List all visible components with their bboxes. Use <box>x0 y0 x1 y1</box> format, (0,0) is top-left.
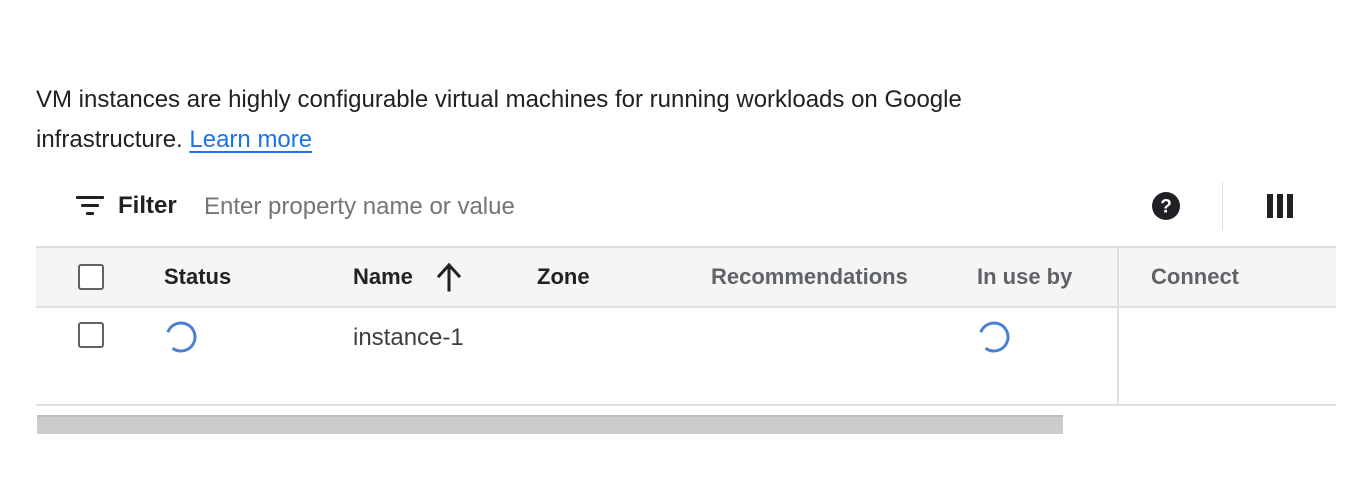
toolbar-divider <box>1222 182 1223 230</box>
vm-instances-table: Status Name Zone Recommendations In use … <box>36 246 1336 406</box>
column-header-status[interactable]: Status <box>164 264 231 290</box>
learn-more-link[interactable]: Learn more <box>189 126 312 153</box>
help-circle-icon[interactable]: ? <box>1151 191 1181 221</box>
table-row: instance-1 <box>36 308 1336 406</box>
page-description: VM instances are highly configurable vir… <box>36 80 1076 160</box>
description-text: VM instances are highly configurable vir… <box>36 86 962 153</box>
status-loading-spinner-icon <box>165 321 197 353</box>
row-checkbox[interactable] <box>78 322 104 348</box>
filter-input[interactable] <box>202 186 1086 228</box>
arrow-up-icon[interactable] <box>436 262 462 292</box>
filter-list-icon[interactable] <box>76 196 104 218</box>
in-use-by-loading-spinner-icon <box>978 321 1010 353</box>
horizontal-scrollbar[interactable] <box>37 415 1063 434</box>
svg-text:?: ? <box>1160 197 1172 218</box>
filter-label[interactable]: Filter <box>118 192 177 220</box>
column-display-icon[interactable] <box>1267 194 1293 218</box>
column-header-zone[interactable]: Zone <box>537 264 590 290</box>
instance-name-link[interactable]: instance-1 <box>353 318 493 358</box>
filter-toolbar: Filter ? <box>36 178 1336 236</box>
column-header-name[interactable]: Name <box>353 264 413 290</box>
column-header-connect: Connect <box>1151 264 1239 289</box>
column-header-recommendations: Recommendations <box>711 264 908 289</box>
column-header-in-use-by: In use by <box>977 264 1073 289</box>
column-divider <box>1117 308 1119 404</box>
table-header: Status Name Zone Recommendations In use … <box>36 246 1336 308</box>
select-all-checkbox[interactable] <box>78 264 104 290</box>
column-divider <box>1117 248 1119 306</box>
